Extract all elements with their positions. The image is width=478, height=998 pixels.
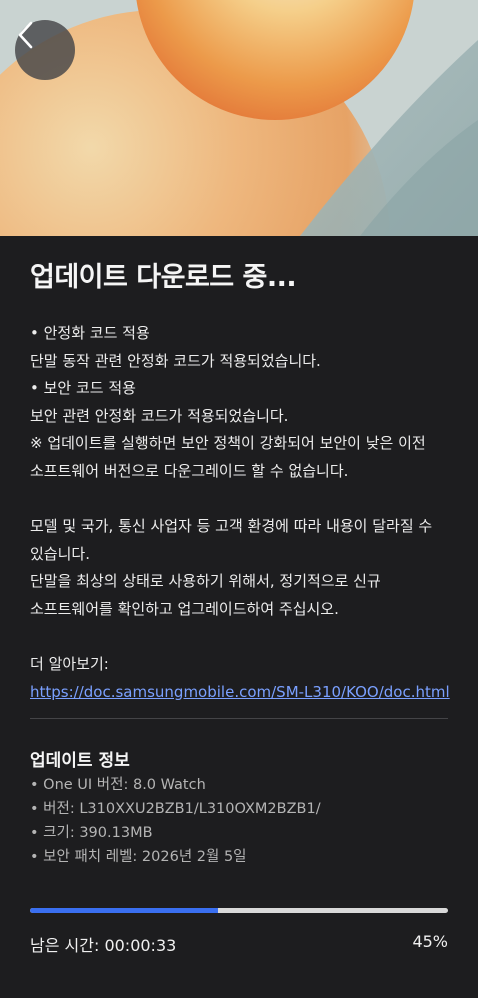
download-progress-fill [30,908,219,913]
note-line: 단말을 최상의 상태로 사용하기 위해서, 정기적으로 신규 [30,572,381,590]
back-button[interactable] [15,20,75,80]
divider [30,717,448,719]
page-title: 업데이트 다운로드 중... [30,262,297,293]
learn-more-label: 더 알아보기: [30,655,109,673]
note-line: • 안정화 코드 적용 [30,324,150,342]
note-line: 소프트웨어를 확인하고 업그레이드하여 주십시오. [30,599,339,618]
note-line: 보안 관련 안정화 코드가 적용되었습니다. [30,406,289,425]
note-line: 있습니다. [30,544,90,563]
chevron-left-icon [18,21,33,49]
download-progress-bar [30,908,448,913]
note-line: 단말 동작 관련 안정화 코드가 적용되었습니다. [30,351,321,370]
note-line: • 보안 코드 적용 [30,379,136,397]
info-security-patch: • 보안 패치 레벨: 2026년 2월 5일 [30,848,247,865]
update-info-title: 업데이트 정보 [30,750,130,771]
learn-more-link[interactable]: https://doc.samsungmobile.com/SM-L310/KO… [30,679,450,706]
release-notes: • 안정화 코드 적용 단말 동작 관련 안정화 코드가 적용되었습니다. • … [30,320,450,706]
remaining-time: 남은 시간: 00:00:33 [30,936,177,955]
note-line: 소프트웨어 버전으로 다운그레이드 할 수 없습니다. [30,461,349,480]
info-version: • 버전: L310XXU2BZB1/L310OXM2BZB1/ [30,800,321,817]
info-one-ui-version: • One UI 버전: 8.0 Watch [30,776,206,793]
progress-percent: 45% [412,932,448,951]
note-line: ※ 업데이트를 실행하면 보안 정책이 강화되어 보안이 낮은 이전 [30,434,426,452]
update-info-list: • One UI 버전: 8.0 Watch • 버전: L310XXU2BZB… [30,773,448,869]
info-size: • 크기: 390.13MB [30,824,153,841]
note-line: 모델 및 국가, 통신 사업자 등 고객 환경에 따라 내용이 달라질 수 [30,517,433,535]
header-wallpaper [0,0,478,236]
update-details: 업데이트 다운로드 중... • 안정화 코드 적용 단말 동작 관련 안정화 … [30,236,450,869]
